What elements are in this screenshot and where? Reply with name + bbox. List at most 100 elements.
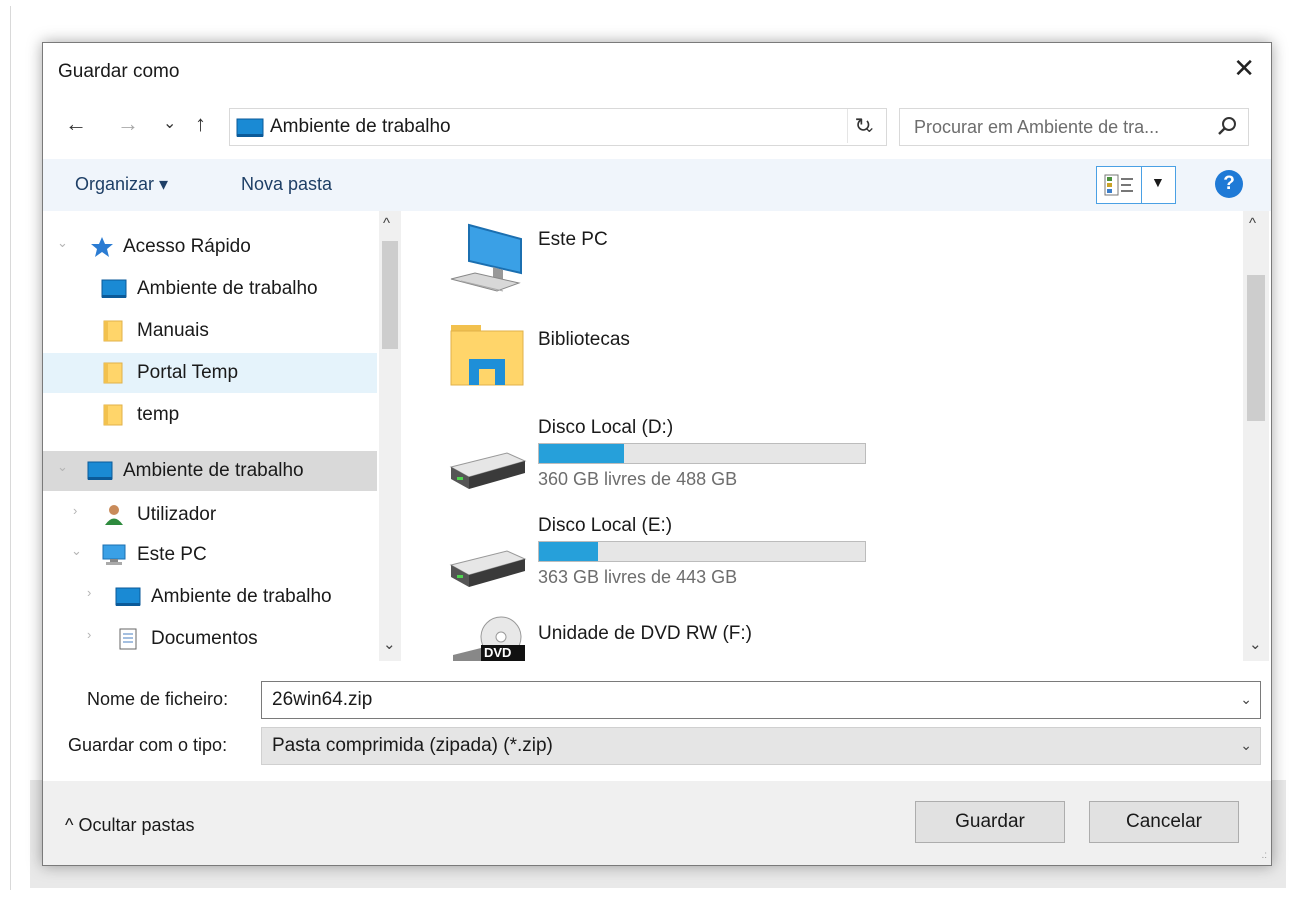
view-dropdown-icon[interactable]: ▼ — [1151, 174, 1165, 190]
file-list-scrollbar[interactable]: ^ ⌄ — [1243, 211, 1269, 661]
address-row: ← → ⌄ ↑ Ambiente de trabalho ⌄ ↻ Procura… — [43, 103, 1271, 146]
resize-grip-icon[interactable]: .: — [1261, 850, 1267, 861]
folder-icon — [103, 362, 123, 384]
dialog-footer: ^ Ocultar pastas Guardar Cancelar .: — [43, 781, 1271, 865]
item-name: Bibliotecas — [538, 329, 630, 350]
scroll-up-arrow-icon[interactable]: ^ — [383, 215, 390, 232]
view-options-button[interactable]: ▼ — [1096, 166, 1176, 204]
navigation-scrollbar[interactable]: ^ ⌄ — [379, 211, 401, 661]
nav-item-label: Manuais — [137, 320, 209, 341]
filetype-value: Pasta comprimida (zipada) (*.zip) — [272, 735, 553, 756]
folder-icon — [103, 320, 123, 342]
refresh-button[interactable]: ↻ — [847, 109, 878, 143]
up-button[interactable]: ↑ — [195, 111, 206, 137]
drive-icon — [449, 452, 527, 489]
drive-free-space: 360 GB livres de 488 GB — [538, 469, 738, 489]
nav-item-user[interactable]: › Utilizador — [43, 495, 377, 535]
filetype-dropdown-icon[interactable]: ⌄ — [1240, 737, 1252, 754]
search-placeholder: Procurar em Ambiente de tra... — [914, 117, 1160, 137]
computer-icon — [450, 223, 522, 292]
nav-item-this-pc-desktop[interactable]: › Ambiente de trabalho — [43, 577, 377, 617]
nav-item-this-pc[interactable]: ⌄ Este PC — [43, 535, 377, 575]
save-as-dialog: Guardar como ✕ ← → ⌄ ↑ Ambiente de traba… — [42, 42, 1272, 866]
scrollbar-thumb[interactable] — [382, 241, 398, 349]
nav-item-label: Documentos — [151, 628, 258, 649]
nav-item-quick-access[interactable]: ⌄ Acesso Rápido — [43, 227, 377, 267]
search-input[interactable]: Procurar em Ambiente de tra... — [899, 108, 1249, 146]
drive-icon — [449, 550, 527, 587]
folder-icon — [103, 404, 123, 426]
expand-chevron-icon[interactable]: ⌄ — [57, 235, 68, 251]
nav-item-desktop-quick[interactable]: Ambiente de trabalho — [43, 269, 377, 309]
nav-item-label: Acesso Rápido — [123, 236, 251, 257]
drive-usage-fill — [539, 444, 624, 463]
star-icon — [91, 237, 113, 257]
item-name: Este PC — [538, 229, 608, 250]
expand-chevron-icon[interactable]: ⌄ — [71, 543, 82, 559]
scroll-down-arrow-icon[interactable]: ⌄ — [1249, 635, 1262, 653]
drive-free-space: 363 GB livres de 443 GB — [538, 567, 738, 587]
back-button[interactable]: ← — [65, 111, 87, 137]
list-item-drive-e[interactable]: Disco Local (E:) 363 GB livres de 443 GB — [413, 511, 1243, 607]
forward-button[interactable]: → — [117, 111, 139, 137]
address-bar[interactable]: Ambiente de trabalho ⌄ — [229, 108, 887, 146]
libraries-icon — [450, 325, 524, 386]
nav-item-manuais[interactable]: Manuais — [43, 311, 377, 351]
desktop-icon — [101, 279, 127, 298]
list-item-dvd-f[interactable]: DVD Unidade de DVD RW (F:) — [413, 611, 1243, 661]
save-button[interactable]: Guardar — [915, 801, 1065, 843]
nav-item-desktop-root[interactable]: ⌄ Ambiente de trabalho — [43, 451, 377, 491]
dvd-label: DVD — [484, 645, 512, 660]
scrollbar-thumb[interactable] — [1247, 275, 1265, 421]
nav-item-label: Portal Temp — [137, 362, 239, 383]
command-bar: Organizar ▾ Nova pasta ▼ ? — [43, 159, 1271, 211]
title-bar: Guardar como ✕ — [43, 43, 1271, 95]
list-item-libraries[interactable]: Bibliotecas — [413, 315, 1243, 401]
list-item-this-pc[interactable]: Este PC — [413, 219, 1243, 305]
list-item-drive-d[interactable]: Disco Local (D:) 360 GB livres de 488 GB — [413, 411, 1243, 507]
details-view-icon — [1104, 174, 1133, 196]
item-name: Disco Local (E:) — [538, 515, 673, 536]
nav-item-label: Ambiente de trabalho — [137, 278, 318, 299]
desktop-icon — [236, 118, 264, 137]
drive-usage-bar — [538, 443, 866, 464]
nav-item-label: Utilizador — [137, 504, 217, 525]
item-name: Disco Local (D:) — [538, 417, 674, 438]
desktop-icon — [115, 587, 141, 606]
recent-locations-button[interactable]: ⌄ — [163, 113, 176, 133]
filename-dropdown-icon[interactable]: ⌄ — [1240, 691, 1252, 708]
filetype-select[interactable]: Pasta comprimida (zipada) (*.zip) ⌄ — [261, 727, 1261, 765]
cancel-button[interactable]: Cancelar — [1089, 801, 1239, 843]
dialog-title: Guardar como — [58, 61, 180, 82]
nav-item-documents[interactable]: › Documentos — [43, 619, 377, 659]
filetype-row: Guardar com o tipo: Pasta comprimida (zi… — [43, 725, 1271, 765]
filename-row: Nome de ficheiro: 26win64.zip ⌄ — [43, 679, 1271, 719]
filename-input[interactable]: 26win64.zip ⌄ — [261, 681, 1261, 719]
expand-chevron-icon[interactable]: › — [87, 627, 91, 642]
filename-label: Nome de ficheiro: — [87, 689, 229, 709]
view-button-divider — [1141, 167, 1142, 203]
nav-item-portal-temp[interactable]: Portal Temp — [43, 353, 377, 393]
scroll-up-arrow-icon[interactable]: ^ — [1249, 215, 1256, 232]
file-list: Este PC Bibliotecas Disco Local (D:) 360… — [413, 211, 1243, 661]
navigation-pane: ⌄ Acesso Rápido Ambiente de trabalho Man… — [43, 211, 379, 661]
expand-chevron-icon[interactable]: › — [87, 585, 91, 600]
drive-usage-fill — [539, 542, 598, 561]
new-folder-button[interactable]: Nova pasta — [241, 174, 332, 195]
document-icon — [119, 628, 137, 650]
nav-item-temp[interactable]: temp — [43, 395, 377, 435]
organize-button[interactable]: Organizar ▾ — [75, 174, 168, 195]
user-icon — [105, 505, 123, 525]
filename-value: 26win64.zip — [272, 689, 373, 710]
filetype-label: Guardar com o tipo: — [68, 735, 228, 755]
hide-folders-button[interactable]: ^ Ocultar pastas — [65, 815, 195, 836]
expand-chevron-icon[interactable]: › — [73, 503, 77, 518]
item-name: Unidade de DVD RW (F:) — [538, 623, 752, 644]
scroll-down-arrow-icon[interactable]: ⌄ — [383, 635, 396, 653]
help-button[interactable]: ? — [1215, 170, 1243, 198]
close-button[interactable]: ✕ — [1233, 55, 1255, 81]
expand-chevron-icon[interactable]: ⌄ — [57, 459, 68, 475]
computer-icon — [102, 544, 126, 565]
nav-item-label: Ambiente de trabalho — [123, 460, 304, 481]
address-path: Ambiente de trabalho — [270, 116, 451, 137]
